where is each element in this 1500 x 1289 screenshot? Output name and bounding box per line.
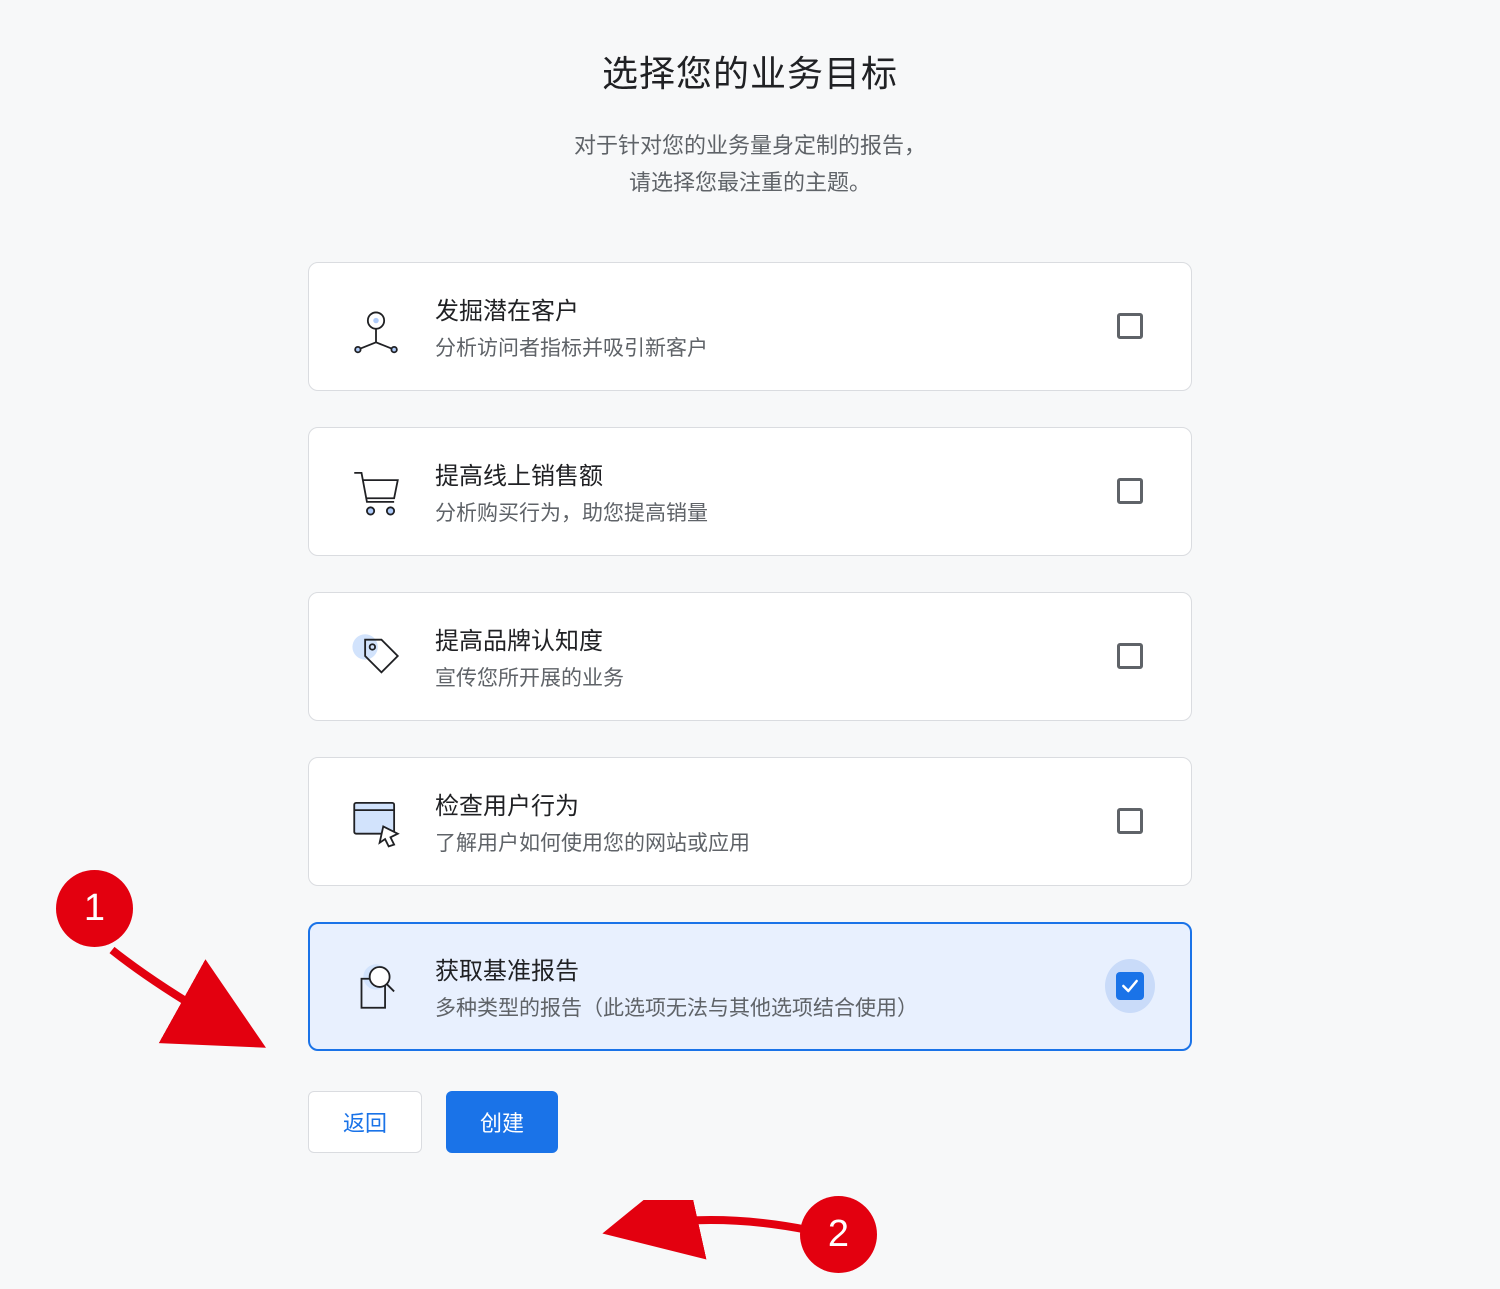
- option-text: 获取基准报告 多种类型的报告（此选项无法与其他选项结合使用）: [415, 951, 1105, 1022]
- option-card-brand[interactable]: 提高品牌认知度 宣传您所开展的业务: [308, 592, 1192, 721]
- option-text: 发掘潜在客户 分析访问者指标并吸引新客户: [415, 291, 1105, 362]
- option-title: 获取基准报告: [435, 951, 1105, 986]
- option-desc: 分析购买行为，助您提高销量: [435, 497, 1105, 527]
- option-title: 提高线上销售额: [435, 456, 1105, 491]
- option-desc: 了解用户如何使用您的网站或应用: [435, 827, 1105, 857]
- checkbox[interactable]: [1105, 643, 1155, 669]
- option-title: 检查用户行为: [435, 786, 1105, 821]
- checkbox-unchecked-icon: [1117, 313, 1143, 339]
- business-objective-page: 选择您的业务目标 对于针对您的业务量身定制的报告， 请选择您最注重的主题。 发掘…: [0, 0, 1500, 1153]
- annotation-badge-2: 2: [800, 1196, 877, 1273]
- checkbox-ripple: [1105, 959, 1155, 1013]
- checkbox[interactable]: [1105, 959, 1155, 1013]
- option-text: 提高线上销售额 分析购买行为，助您提高销量: [415, 456, 1105, 527]
- option-text: 检查用户行为 了解用户如何使用您的网站或应用: [415, 786, 1105, 857]
- option-title: 提高品牌认知度: [435, 621, 1105, 656]
- checkbox-unchecked-icon: [1117, 643, 1143, 669]
- checkbox-unchecked-icon: [1117, 478, 1143, 504]
- option-title: 发掘潜在客户: [435, 291, 1105, 326]
- report-search-icon: [337, 957, 415, 1015]
- checkbox-checked-icon: [1116, 972, 1144, 1000]
- checkbox-unchecked-icon: [1117, 808, 1143, 834]
- option-text: 提高品牌认知度 宣传您所开展的业务: [415, 621, 1105, 692]
- checkbox[interactable]: [1105, 313, 1155, 339]
- option-desc: 宣传您所开展的业务: [435, 662, 1105, 692]
- option-desc: 分析访问者指标并吸引新客户: [435, 332, 1105, 362]
- option-card-sales[interactable]: 提高线上销售额 分析购买行为，助您提高销量: [308, 427, 1192, 556]
- tag-icon: [337, 627, 415, 685]
- browser-cursor-icon: [337, 792, 415, 850]
- option-card-leads[interactable]: 发掘潜在客户 分析访问者指标并吸引新客户: [308, 262, 1192, 391]
- create-button[interactable]: 创建: [446, 1091, 558, 1153]
- option-card-baseline[interactable]: 获取基准报告 多种类型的报告（此选项无法与其他选项结合使用）: [308, 922, 1192, 1051]
- back-button[interactable]: 返回: [308, 1091, 422, 1153]
- page-title: 选择您的业务目标: [602, 45, 898, 97]
- option-desc: 多种类型的报告（此选项无法与其他选项结合使用）: [435, 992, 1105, 1022]
- options-list: 发掘潜在客户 分析访问者指标并吸引新客户 提高线上销售额 分析购买行为，助您提高…: [308, 262, 1192, 1051]
- annotation-arrow-2: [598, 1200, 818, 1260]
- cart-icon: [337, 462, 415, 520]
- option-card-behavior[interactable]: 检查用户行为 了解用户如何使用您的网站或应用: [308, 757, 1192, 886]
- page-subtitle: 对于针对您的业务量身定制的报告， 请选择您最注重的主题。: [574, 127, 926, 202]
- subtitle-line-1: 对于针对您的业务量身定制的报告，: [574, 127, 926, 164]
- checkbox[interactable]: [1105, 478, 1155, 504]
- leads-icon: [337, 297, 415, 355]
- checkbox[interactable]: [1105, 808, 1155, 834]
- footer-buttons: 返回 创建: [308, 1091, 1192, 1153]
- subtitle-line-2: 请选择您最注重的主题。: [574, 164, 926, 201]
